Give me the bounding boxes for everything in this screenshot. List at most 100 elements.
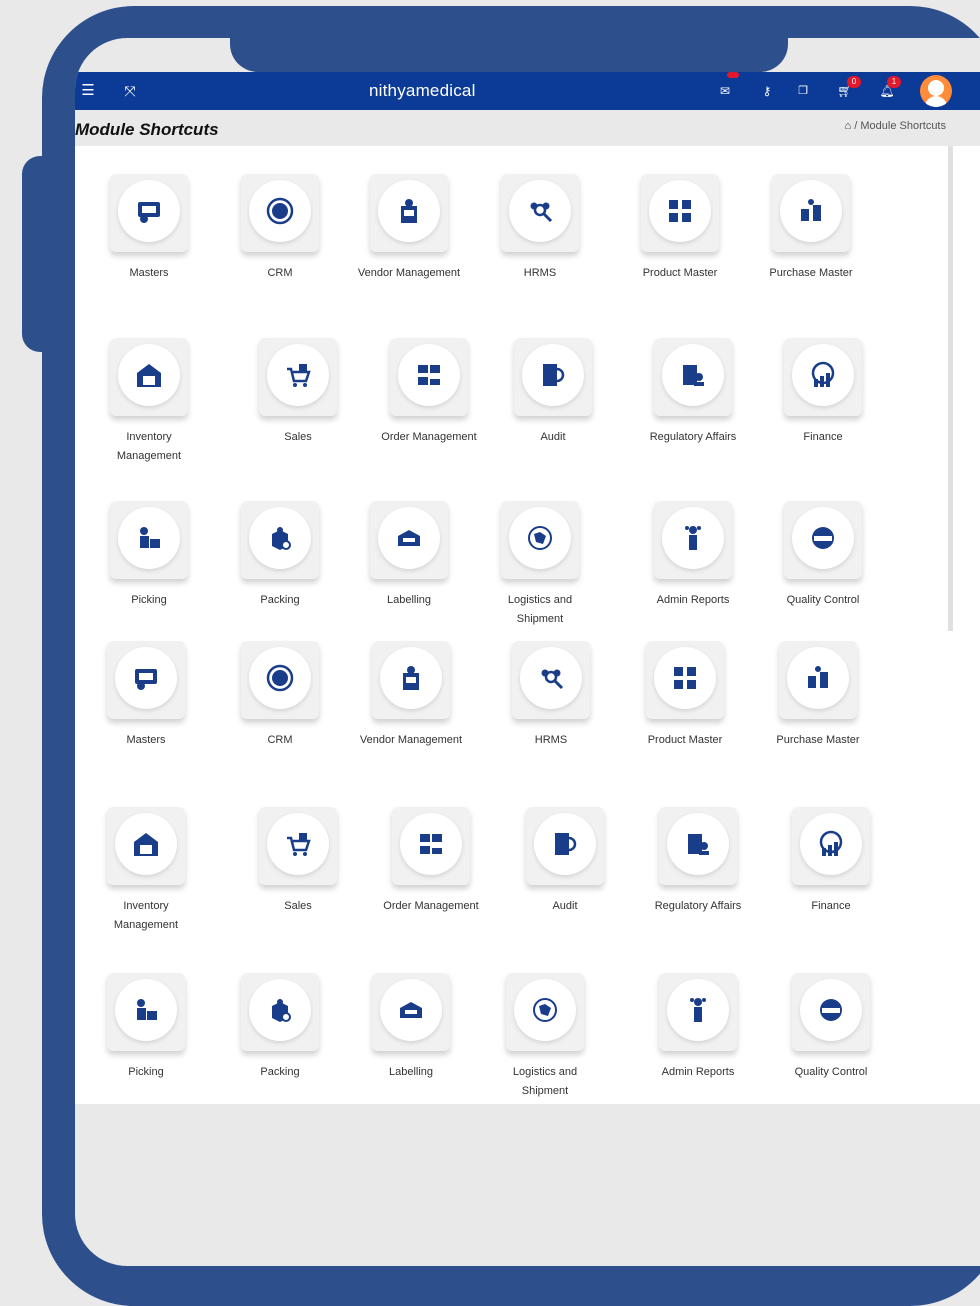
module-tile-vendor-management[interactable]: Vendor Management (351, 641, 471, 750)
module-tile-box[interactable] (107, 641, 185, 719)
module-tile-box[interactable] (792, 973, 870, 1051)
brand-name: nithyamedical (369, 81, 476, 100)
module-tile-box[interactable] (506, 973, 584, 1051)
module-tile-box[interactable] (107, 973, 185, 1051)
module-tile-hrms[interactable]: HRMS (491, 641, 611, 750)
module-icon-circle (509, 507, 571, 569)
module-tile-box[interactable] (372, 641, 450, 719)
module-tile-box[interactable] (779, 641, 857, 719)
module-tile-crm[interactable]: CRM (220, 641, 340, 750)
module-tile-finance[interactable]: Finance (763, 338, 883, 447)
menu-icon[interactable]: ☰ (79, 72, 97, 110)
key-icon[interactable]: ⚷ (759, 72, 775, 110)
module-tile-box[interactable] (772, 174, 850, 252)
finance-globe-icon (811, 361, 835, 387)
module-tile-box[interactable] (784, 338, 862, 416)
module-tile-box[interactable] (110, 501, 188, 579)
module-tile-logistics-and-shipment[interactable]: Logistics and Shipment (485, 973, 605, 1101)
module-tile-order-management[interactable]: Order Management (371, 807, 491, 916)
module-tile-box[interactable] (501, 501, 579, 579)
module-tile-audit[interactable]: Audit (493, 338, 613, 447)
module-tile-box[interactable] (659, 807, 737, 885)
module-tile-box[interactable] (241, 973, 319, 1051)
module-tile-box[interactable] (526, 807, 604, 885)
module-tile-label: Purchase Master (769, 267, 853, 279)
module-tile-product-master[interactable]: Product Master (625, 641, 745, 750)
qc-stamp-icon (820, 999, 842, 1021)
module-tile-label: Order Management (383, 900, 479, 912)
module-tile-box[interactable] (370, 174, 448, 252)
module-tile-box[interactable] (107, 807, 185, 885)
module-tile-label: Picking (131, 594, 167, 606)
module-tile-box[interactable] (654, 501, 732, 579)
picking-icon (140, 527, 160, 548)
module-tile-box[interactable] (641, 174, 719, 252)
module-tile-packing[interactable]: Packing (220, 501, 340, 610)
module-tile-box[interactable] (654, 338, 732, 416)
page-title: Module Shortcuts (75, 120, 219, 139)
module-tile-sales[interactable]: Sales (238, 807, 358, 916)
team-search-icon (530, 202, 553, 223)
order-icon (420, 834, 442, 854)
module-tile-box[interactable] (241, 641, 319, 719)
module-tile-inventory-management[interactable]: Inventory Management (89, 338, 209, 466)
module-tile-quality-control[interactable]: Quality Control (771, 973, 891, 1082)
module-tile-label: Picking (128, 1066, 164, 1078)
module-icon-circle (792, 344, 854, 406)
module-tile-box[interactable] (659, 973, 737, 1051)
clipboard-icon[interactable]: ❐ (795, 72, 811, 110)
module-icon-circle (115, 813, 177, 875)
module-tile-quality-control[interactable]: Quality Control (763, 501, 883, 610)
module-tile-box[interactable] (784, 501, 862, 579)
module-tile-box[interactable] (792, 807, 870, 885)
module-tile-box[interactable] (512, 641, 590, 719)
module-tile-box[interactable] (392, 807, 470, 885)
module-tile-picking[interactable]: Picking (89, 501, 209, 610)
module-tile-admin-reports[interactable]: Admin Reports (633, 501, 753, 610)
module-tile-packing[interactable]: Packing (220, 973, 340, 1082)
module-tile-box[interactable] (646, 641, 724, 719)
module-tile-labelling[interactable]: Labelling (351, 973, 471, 1082)
module-tile-sales[interactable]: Sales (238, 338, 358, 447)
module-tile-hrms[interactable]: HRMS (480, 174, 600, 283)
user-avatar[interactable] (920, 75, 952, 107)
module-tile-vendor-management[interactable]: Vendor Management (349, 174, 469, 283)
module-tile-crm[interactable]: CRM (220, 174, 340, 283)
module-icon-circle (378, 507, 440, 569)
module-tile-masters[interactable]: Masters (89, 174, 209, 283)
home-icon[interactable]: ⌂ (845, 120, 852, 132)
module-tile-purchase-master[interactable]: Purchase Master (758, 641, 878, 750)
module-tile-purchase-master[interactable]: Purchase Master (751, 174, 871, 283)
module-tile-box[interactable] (241, 501, 319, 579)
module-icon-circle (249, 647, 311, 709)
module-tile-order-management[interactable]: Order Management (369, 338, 489, 447)
module-tile-label: Product Master (647, 734, 723, 746)
module-tile-finance[interactable]: Finance (771, 807, 891, 916)
module-icon-circle (787, 647, 849, 709)
module-tile-regulatory-affairs[interactable]: Regulatory Affairs (638, 807, 758, 916)
module-tile-regulatory-affairs[interactable]: Regulatory Affairs (633, 338, 753, 447)
module-tile-box[interactable] (390, 338, 468, 416)
module-tile-logistics-and-shipment[interactable]: Logistics and Shipment (480, 501, 600, 629)
module-icon-circle (115, 979, 177, 1041)
module-tile-label: Admin Reports (656, 594, 730, 606)
module-tile-box[interactable] (372, 973, 450, 1051)
module-tile-masters[interactable]: Masters (86, 641, 206, 750)
module-tile-box[interactable] (514, 338, 592, 416)
module-tile-box[interactable] (110, 338, 188, 416)
module-tile-box[interactable] (370, 501, 448, 579)
module-tile-box[interactable] (259, 807, 337, 885)
module-tile-label: Regulatory Affairs (654, 900, 742, 912)
fullscreen-icon[interactable]: ⤧ (121, 72, 139, 110)
module-tile-admin-reports[interactable]: Admin Reports (638, 973, 758, 1082)
module-tile-picking[interactable]: Picking (86, 973, 206, 1082)
module-tile-labelling[interactable]: Labelling (349, 501, 469, 610)
module-tile-box[interactable] (501, 174, 579, 252)
module-tile-label: CRM (267, 734, 293, 746)
module-tile-inventory-management[interactable]: Inventory Management (86, 807, 206, 935)
module-tile-audit[interactable]: Audit (505, 807, 625, 916)
module-tile-product-master[interactable]: Product Master (620, 174, 740, 283)
module-tile-box[interactable] (259, 338, 337, 416)
module-tile-box[interactable] (110, 174, 188, 252)
module-tile-box[interactable] (241, 174, 319, 252)
